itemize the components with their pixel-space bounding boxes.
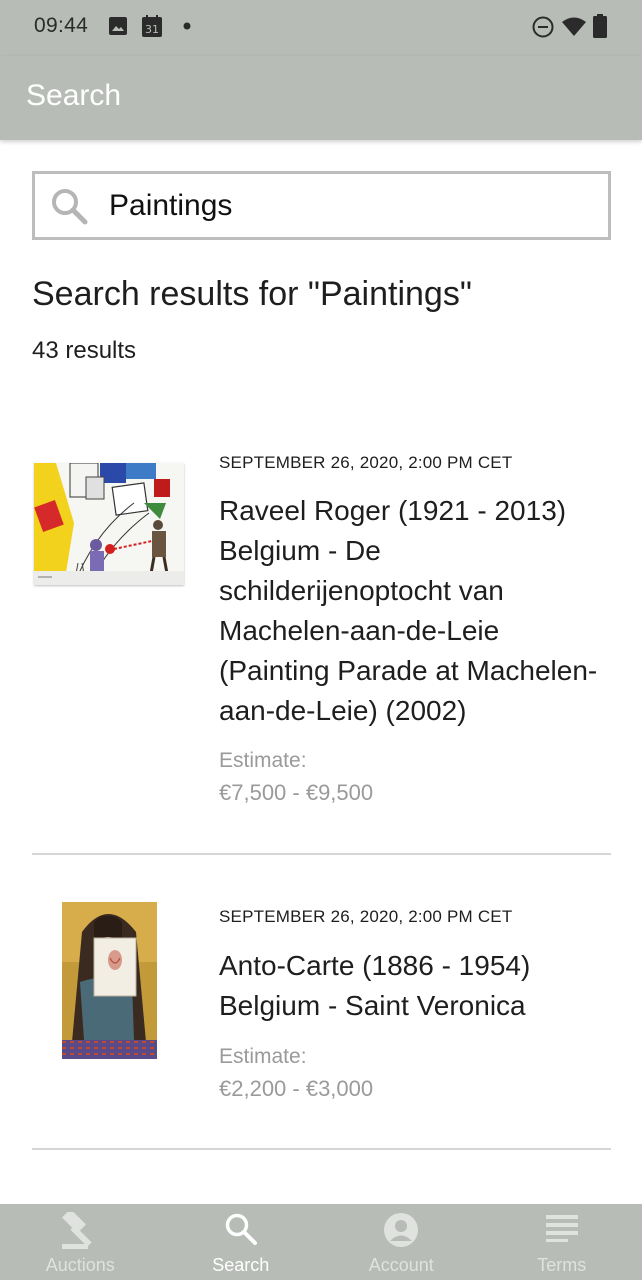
search-icon [225,1213,257,1245]
lot-title[interactable]: Raveel Roger (1921 - 2013) Belgium - De … [219,491,611,731]
calendar-day: 31 [145,23,159,36]
nav-item-auctions[interactable]: Auctions [0,1204,161,1280]
nav-item-terms[interactable]: Terms [482,1204,642,1280]
page-title: Search [26,79,122,112]
account-icon [384,1213,419,1247]
nav-label: Auctions [45,1255,115,1275]
estimate-value: €2,200 - €3,000 [219,1076,374,1101]
results-heading: Search results for "Paintings" [32,275,472,313]
search-box[interactable] [32,171,611,240]
nav-item-account[interactable]: Account [321,1204,482,1280]
do-not-disturb-icon [532,16,554,38]
result-item[interactable]: SEPTEMBER 26, 2020, 2:00 PM CET Anto-Car… [32,894,611,1144]
search-input[interactable] [109,180,589,232]
battery-icon [593,14,607,38]
nav-label: Account [368,1255,434,1275]
nav-item-search[interactable]: Search [161,1204,322,1280]
divider [32,1148,611,1150]
bottom-nav: Auctions Search Account Terms [0,1204,642,1280]
auction-date: SEPTEMBER 26, 2020, 2:00 PM CET [219,453,513,472]
auction-date: SEPTEMBER 26, 2020, 2:00 PM CET [219,907,513,926]
estimate-value: €7,500 - €9,500 [219,780,374,805]
artwork-thumbnail [34,463,184,585]
divider [32,853,611,855]
estimate-label: Estimate: [219,749,307,772]
calendar-icon: 31 [142,15,162,37]
result-item[interactable]: SEPTEMBER 26, 2020, 2:00 PM CET Raveel R… [32,440,611,820]
artwork-thumbnail [62,902,157,1059]
estimate-label: Estimate: [219,1045,307,1068]
search-icon [52,189,88,225]
wifi-icon [562,17,586,36]
nav-label: Search [212,1255,270,1275]
notification-dot-icon [183,22,191,30]
nav-label: Terms [537,1255,587,1275]
results-count: 43 results [32,337,137,364]
terms-icon [545,1215,578,1242]
lot-title[interactable]: Anto-Carte (1886 - 1954) Belgium - Saint… [219,946,611,1026]
gallery-icon [109,17,127,35]
app-bar: Search [0,56,642,140]
gavel-icon [62,1212,92,1249]
status-time: 09:44 [34,14,89,37]
status-bar: 09:44 31 [0,0,642,56]
